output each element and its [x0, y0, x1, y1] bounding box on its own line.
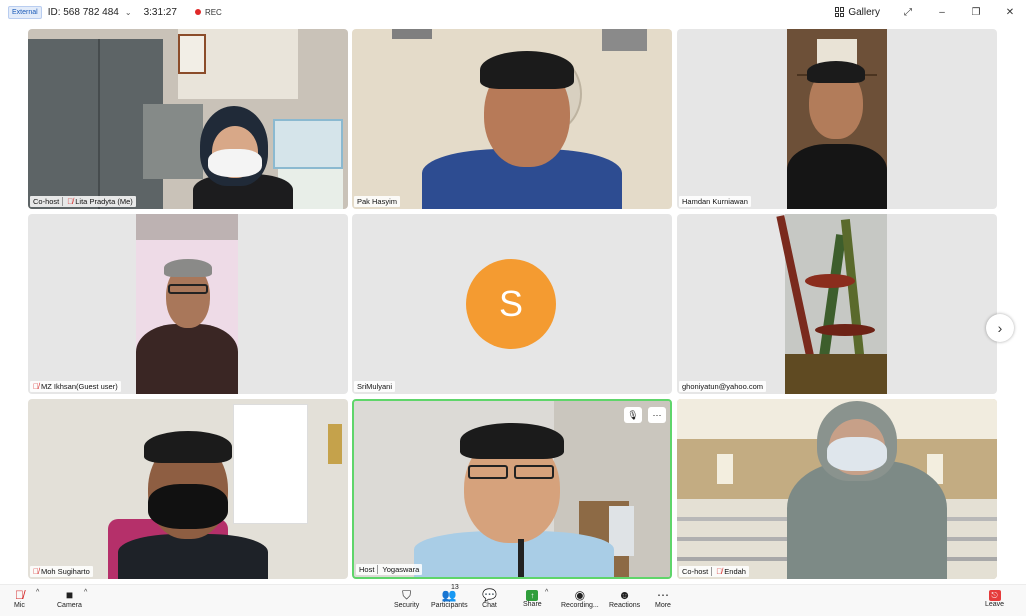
- share-label: Share: [523, 601, 542, 608]
- participant-name: Lita Pradyta (Me): [75, 197, 133, 206]
- muted-mic-icon: 🎙̸: [33, 382, 39, 391]
- participant-video-sugiharto: [118, 429, 268, 579]
- participant-name: Hamdan Kurniawan: [682, 197, 748, 206]
- shield-icon: ⛉: [402, 588, 412, 602]
- more-dots-icon: ⋯: [652, 409, 662, 420]
- video-tile-endah[interactable]: Co-host 🎙̸ Endah: [677, 399, 997, 579]
- muted-mic-icon: 🎙̸: [33, 567, 39, 576]
- participant-nameplate: ghoniyatun@yahoo.com: [679, 381, 766, 392]
- muted-mic-icon: 🎙̸: [67, 197, 74, 206]
- mic-options-chevron-icon[interactable]: ^: [36, 589, 39, 596]
- leave-button[interactable]: ⎋ Leave: [985, 588, 1004, 608]
- participants-button[interactable]: 👥 13 Participants: [431, 584, 468, 609]
- minimize-button[interactable]: –: [936, 7, 948, 18]
- meeting-top-bar: External ID: 568 782 484 ⌄ 3:31:27 REC G…: [0, 0, 1026, 24]
- reactions-label: Reactions: [609, 602, 641, 609]
- camera-button[interactable]: ■ Camera: [57, 588, 82, 609]
- chat-button[interactable]: 💬 Chat: [482, 588, 497, 609]
- restore-button[interactable]: ❐: [970, 7, 982, 18]
- more-label: More: [655, 602, 671, 609]
- mic-button[interactable]: 🎙̸ Mic: [14, 588, 25, 609]
- avatar: S: [466, 259, 556, 349]
- participant-nameplate: Co-host 🎙̸ Lita Pradyta (Me): [30, 196, 136, 207]
- meeting-info-chevron-icon[interactable]: ⌄: [125, 8, 132, 17]
- participant-video-hasyim: [412, 49, 632, 209]
- role-label: Host: [359, 565, 379, 574]
- role-label: Co-host: [33, 197, 64, 206]
- participant-nameplate: Co-host 🎙̸ Endah: [679, 566, 749, 577]
- chat-bubble-icon: 💬: [482, 588, 497, 602]
- participants-label: Participants: [431, 602, 468, 609]
- plant-background: [776, 214, 887, 394]
- meeting-id: ID: 568 782 484: [47, 6, 119, 18]
- participant-name: Pak Hasyim: [357, 197, 398, 206]
- participants-count: 13: [451, 584, 459, 591]
- meeting-timer: 3:31:27: [143, 6, 177, 18]
- share-screen-icon: ↑: [526, 590, 539, 601]
- video-tile-yogaswara[interactable]: 🎙 ⋯ Host Yogaswara: [352, 399, 672, 579]
- video-tile-ghoniyatun[interactable]: ghoniyatun@yahoo.com: [677, 214, 997, 394]
- participant-name: Endah: [724, 567, 746, 576]
- participant-nameplate: 🎙̸ MZ Ikhsan(Guest user): [30, 381, 121, 392]
- security-button[interactable]: ⛉ Security: [394, 588, 419, 609]
- mic-label: Mic: [14, 602, 25, 609]
- security-label: Security: [394, 602, 420, 609]
- video-tile-srimulyani[interactable]: S SriMulyani: [352, 214, 672, 394]
- recording-indicator[interactable]: REC: [194, 7, 222, 17]
- participant-nameplate: Host Yogaswara: [356, 564, 423, 575]
- more-button[interactable]: ⋯ More: [655, 588, 671, 609]
- close-button[interactable]: ✕: [1004, 7, 1016, 18]
- recording-button[interactable]: ◉ Recording...: [561, 588, 599, 609]
- recording-label: REC: [204, 7, 222, 17]
- record-dot-icon: [194, 9, 201, 15]
- muted-mic-icon: 🎙̸: [14, 588, 24, 602]
- participant-name: MZ Ikhsan(Guest user): [41, 382, 118, 391]
- role-label: Co-host: [682, 567, 713, 576]
- video-tile-moh-sugiharto[interactable]: 🎙̸ Moh Sugiharto: [28, 399, 348, 579]
- meeting-toolbar: 🎙̸ Mic ^ ■ Camera ^ ⛉ Security 👥 13 Part…: [0, 584, 1026, 616]
- share-button[interactable]: ↑ Share: [523, 588, 542, 608]
- participant-nameplate: SriMulyani: [354, 381, 396, 392]
- chat-label: Chat: [482, 602, 497, 609]
- participant-nameplate: Pak Hasyim: [354, 196, 401, 207]
- camera-icon: ■: [65, 588, 74, 602]
- video-tile-pak-hasyim[interactable]: Pak Hasyim: [352, 29, 672, 209]
- camera-label: Camera: [57, 602, 82, 609]
- tile-more-button[interactable]: ⋯: [648, 407, 666, 423]
- participant-video-ikhsan: [136, 254, 238, 394]
- video-tile-lita-pradyta[interactable]: Co-host 🎙̸ Lita Pradyta (Me): [28, 29, 348, 209]
- tile-mic-button[interactable]: 🎙: [624, 407, 642, 423]
- participant-name: ghoniyatun@yahoo.com: [682, 382, 763, 391]
- grid-icon: [835, 7, 845, 17]
- participant-nameplate: Hamdan Kurniawan: [679, 196, 751, 207]
- leave-icon: ⎋: [988, 590, 1001, 601]
- participant-name: Yogaswara: [382, 565, 420, 574]
- participant-video-endah: [777, 401, 947, 579]
- record-icon: ◉: [574, 588, 586, 602]
- recording-label: Recording...: [561, 602, 599, 609]
- participant-name: SriMulyani: [357, 382, 393, 391]
- camera-options-chevron-icon[interactable]: ^: [84, 589, 87, 596]
- gallery-view-button[interactable]: Gallery: [835, 7, 880, 18]
- next-page-arrow-icon[interactable]: ›: [986, 314, 1014, 342]
- participant-name: Moh Sugiharto: [41, 567, 90, 576]
- video-tile-hamdan-kurniawan[interactable]: Hamdan Kurniawan: [677, 29, 997, 209]
- fullscreen-icon[interactable]: ⤢: [902, 7, 914, 18]
- more-dots-icon: ⋯: [656, 588, 669, 602]
- mic-icon: 🎙: [627, 409, 639, 420]
- participant-video-lita: [188, 104, 298, 209]
- participant-video-hamdan: [787, 59, 887, 209]
- reactions-button[interactable]: ☻ Reactions: [609, 588, 640, 609]
- muted-mic-icon: 🎙̸: [716, 567, 723, 576]
- video-tile-mz-ikhsan[interactable]: 🎙̸ MZ Ikhsan(Guest user): [28, 214, 348, 394]
- leave-label: Leave: [985, 601, 1005, 608]
- external-badge: External: [8, 5, 42, 19]
- participant-nameplate: 🎙̸ Moh Sugiharto: [30, 566, 93, 577]
- share-options-chevron-icon[interactable]: ^: [545, 589, 548, 596]
- smiley-icon: ☻: [618, 588, 631, 602]
- participant-video-yogaswara: [414, 421, 614, 577]
- gallery-label: Gallery: [848, 6, 880, 18]
- video-gallery: Co-host 🎙̸ Lita Pradyta (Me) Pak Hasyim: [0, 24, 1026, 584]
